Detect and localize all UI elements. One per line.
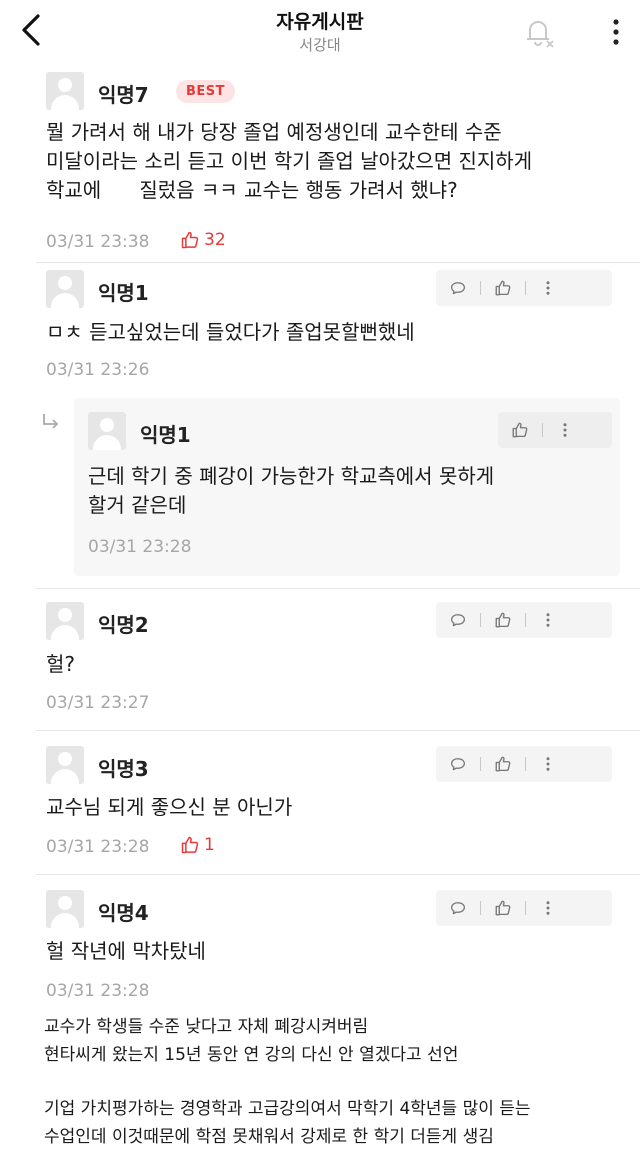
comment-time: 03/31 23:28 [46,981,150,1001]
like-count: 32 [180,230,226,250]
like-count: 1 [180,835,215,855]
comment-time: 03/31 23:28 [88,537,192,557]
thumbs-up-icon [494,755,512,773]
reply-actions [498,412,612,448]
divider [36,874,640,875]
speech-bubble-icon [449,899,467,917]
reply-button[interactable] [436,890,480,926]
caption-line: 수업인데 이것때문에 학점 못채워서 강제로 한 학기 더듣게 생김 [44,1127,494,1147]
comment-author: 익명7 [98,83,149,107]
caption-line: 현타씨게 왔는지 15년 동안 연 강의 다신 안 열겠다고 선언 [44,1045,459,1065]
thumbs-up-icon [180,230,200,250]
comment-actions [436,890,612,926]
like-button[interactable] [481,890,525,926]
thumbs-up-icon [494,611,512,629]
comment-time: 03/31 23:27 [46,693,150,713]
avatar [46,746,84,784]
comment-text: 헐? [46,652,76,676]
more-vertical-icon [539,755,557,773]
divider [36,588,640,589]
more-options-button[interactable] [604,14,628,50]
reply-button[interactable] [436,746,480,782]
best-badge: BEST [176,80,236,103]
more-vertical-icon [539,279,557,297]
comment-time: 03/31 23:26 [46,360,150,380]
caption-line: 기업 가치평가하는 경영학과 고급강의여서 막학기 4학년들 많이 듣는 [44,1099,531,1119]
avatar [46,72,84,110]
divider [36,262,640,263]
avatar [46,602,84,640]
comment-more-button[interactable] [526,890,570,926]
comment-more-button[interactable] [526,602,570,638]
like-button[interactable] [498,412,542,448]
more-vertical-icon [539,899,557,917]
comment-more-button[interactable] [526,746,570,782]
comment-time: 03/31 23:28 [46,837,150,857]
comment-text: 근데 학기 중 폐강이 가능한가 학교측에서 못하게 할거 같은데 [88,464,495,517]
notification-button[interactable] [518,12,558,52]
comment-author: 익명1 [140,423,191,447]
comment-text: 교수님 되게 좋으신 분 아닌가 [46,795,293,819]
comment-author: 익명1 [98,281,149,305]
comment-actions [436,270,612,306]
speech-bubble-icon [449,755,467,773]
reply-button[interactable] [436,270,480,306]
thumbs-up-icon [494,279,512,297]
thumbs-up-icon [180,835,200,855]
speech-bubble-icon [449,279,467,297]
comment-author: 익명3 [98,757,149,781]
comment-text: 뭘 가려서 해 내가 당장 졸업 예정생인데 교수한테 수준 미달이라는 소리 … [46,120,533,202]
comment-time: 03/31 23:38 [46,232,150,252]
comment-more-button[interactable] [526,270,570,306]
comment-author: 익명4 [98,901,149,925]
thumbs-up-icon [494,899,512,917]
more-vertical-icon [556,421,574,439]
like-button[interactable] [481,746,525,782]
reply-button[interactable] [436,602,480,638]
avatar [88,412,126,450]
like-button[interactable] [481,270,525,306]
bell-off-icon [527,21,554,48]
divider [36,730,640,731]
comment-more-button[interactable] [543,412,587,448]
caption-line: 교수가 학생들 수준 낮다고 자체 폐강시켜버림 [44,1017,369,1037]
comment-actions [436,602,612,638]
avatar [46,270,84,308]
speech-bubble-icon [449,611,467,629]
thumbs-up-icon [511,421,529,439]
like-button[interactable] [481,602,525,638]
more-vertical-icon [539,611,557,629]
top-bar: 자유게시판 서강대 [0,0,640,62]
comment-author: 익명2 [98,613,149,637]
comment-text: ㅁㅊ 듣고싶었는데 들었다가 졸업못할뻔했네 [46,320,415,344]
avatar [46,890,84,928]
comment-actions [436,746,612,782]
comment-text: 헐 작년에 막차탔네 [46,939,206,963]
more-vertical-icon [613,19,619,45]
reply-arrow-icon [40,412,62,432]
